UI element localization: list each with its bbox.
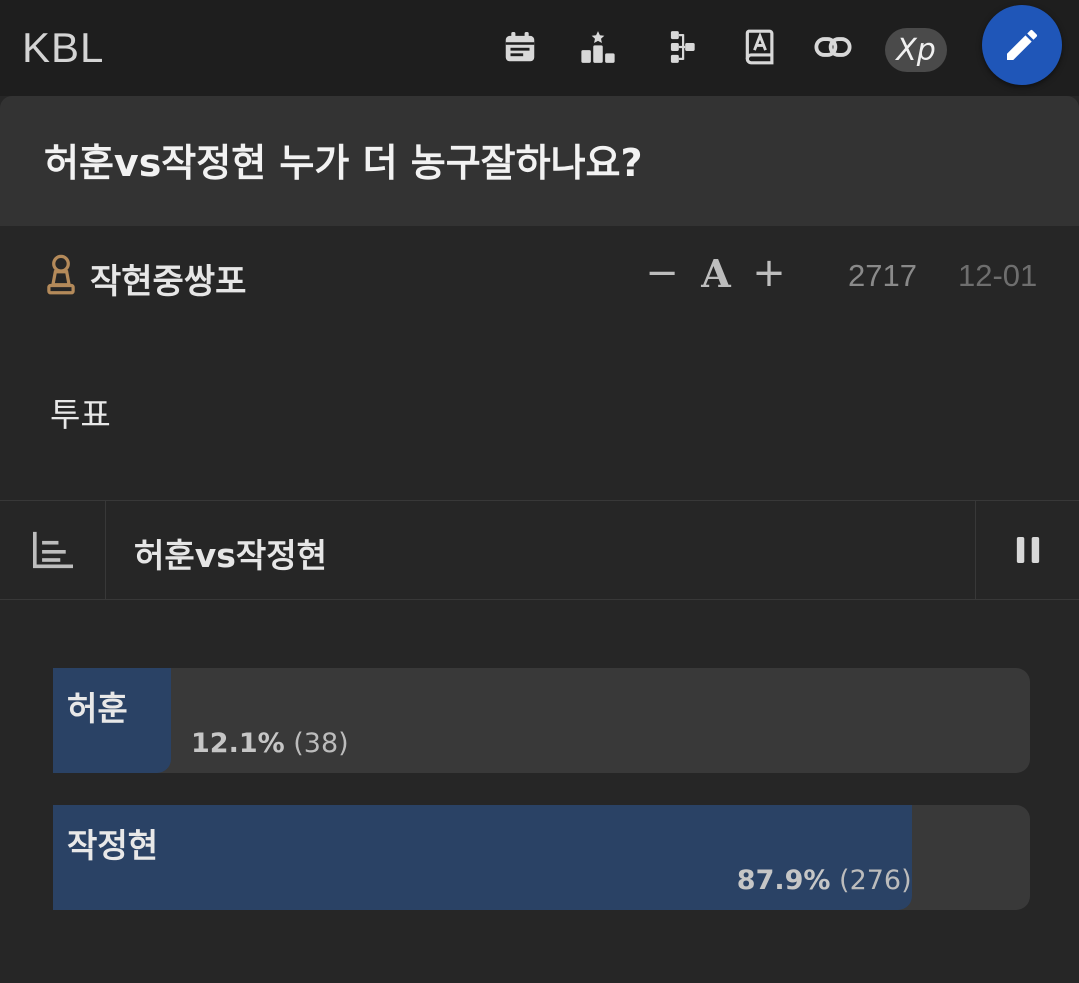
poll-option-label: 허훈 <box>67 689 128 728</box>
post-meta-row: 작현중쌍포 − A + 2717 12-01 <box>0 226 1079 322</box>
poll-option-label: 작정현 <box>67 826 159 865</box>
pawn-icon <box>47 254 75 295</box>
post-title-box: 허훈vs작정현 누가 더 농구잘하나요? <box>0 96 1079 226</box>
post-body: 투표 <box>50 395 111 434</box>
poll-option[interactable]: 허훈 12.1% (38) <box>53 668 1030 773</box>
font-icon[interactable]: A <box>696 248 736 298</box>
poll-option-count: (38) <box>293 728 349 759</box>
ranking-podium-icon[interactable] <box>578 25 618 69</box>
poll-option-stat: 87.9% (276) <box>737 865 912 896</box>
poll-option-stat: 12.1% (38) <box>191 728 349 759</box>
pencil-icon <box>1007 29 1038 60</box>
author-name[interactable]: 작현중쌍포 <box>90 254 246 303</box>
top-app-bar: KBL Xp <box>0 0 1079 96</box>
poll-option[interactable]: 작정현 87.9% (276) <box>53 805 1030 910</box>
board-title[interactable]: KBL <box>22 24 104 72</box>
poll-option-count: (276) <box>839 865 912 896</box>
poll-results-icon[interactable] <box>0 501 106 599</box>
post-title: 허훈vs작정현 누가 더 농구잘하나요? <box>44 141 643 185</box>
poll-option-percent: 87.9% <box>736 865 831 896</box>
calendar-icon[interactable] <box>500 25 540 69</box>
sitemap-icon[interactable] <box>662 25 702 69</box>
pause-icon[interactable] <box>975 501 1079 599</box>
write-post-button[interactable] <box>982 5 1062 85</box>
xp-icon[interactable]: Xp <box>885 28 947 72</box>
poll-header: 허훈vs작정현 <box>0 500 1079 600</box>
dictionary-icon[interactable] <box>740 25 780 69</box>
poll-title: 허훈vs작정현 <box>134 536 327 575</box>
font-decrease-button[interactable]: − <box>642 248 682 298</box>
link-icon[interactable] <box>810 25 856 69</box>
xp-label: Xp <box>896 32 936 68</box>
font-increase-button[interactable]: + <box>749 248 789 298</box>
post-date: 12-01 <box>958 258 1038 293</box>
view-count: 2717 <box>848 258 917 293</box>
poll-option-percent: 12.1% <box>191 728 285 759</box>
